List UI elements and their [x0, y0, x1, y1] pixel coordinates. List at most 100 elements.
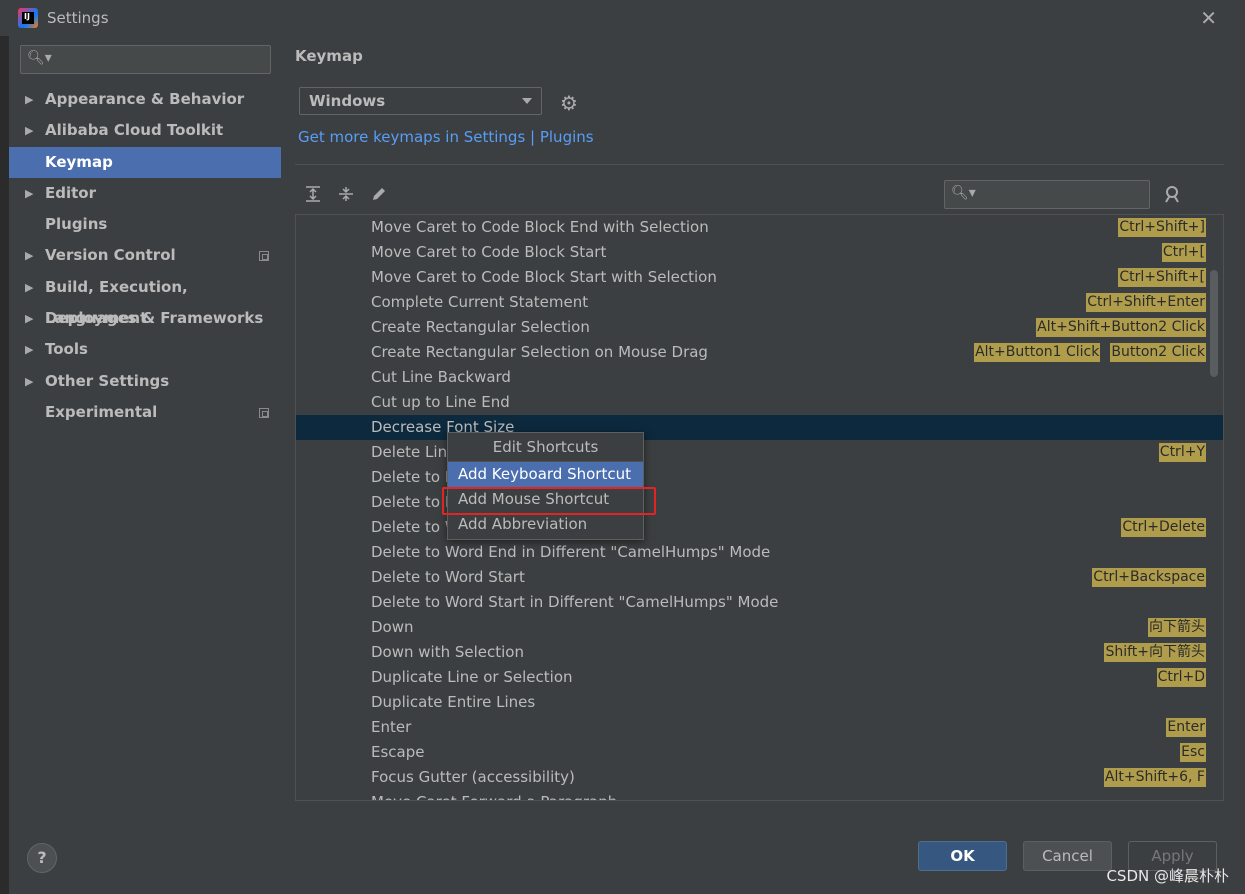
close-icon[interactable]: ✕ [1200, 6, 1217, 30]
popup-title: Edit Shortcuts [448, 433, 643, 462]
pencil-icon[interactable] [371, 186, 387, 206]
action-row[interactable]: Focus Gutter (accessibility) Alt+Shift+6,… [296, 765, 1223, 790]
action-row[interactable]: Create Rectangular Selection Alt+Shift+Bu… [296, 315, 1223, 340]
action-name: Complete Current Statement [371, 293, 589, 311]
shortcut-badge: Ctrl+[ [1161, 243, 1206, 262]
action-name: Enter [371, 718, 412, 736]
action-row[interactable]: Duplicate Entire Lines [296, 690, 1223, 715]
sidebar-item-other-settings[interactable]: ▶ Other Settings [9, 366, 281, 397]
sidebar-item-tools[interactable]: ▶ Tools [9, 334, 281, 365]
collapse-all-icon[interactable] [338, 186, 354, 206]
shortcut-badge: Alt+Shift+6, F [1103, 768, 1206, 787]
chevron-right-icon[interactable]: ▶ [25, 178, 33, 209]
action-row[interactable]: Move Caret Forward a Paragraph [296, 790, 1223, 800]
action-row[interactable]: Delete to Word Start Ctrl+Backspace [296, 565, 1223, 590]
action-row[interactable]: Delete Line Ctrl+Y [296, 440, 1223, 465]
project-scope-icon [259, 407, 269, 418]
sidebar-item-label: Other Settings [45, 371, 170, 390]
action-name: Cut Line Backward [371, 368, 511, 386]
sidebar-item-label: Alibaba Cloud Toolkit [45, 121, 224, 140]
action-row[interactable]: Decrease Font Size [296, 415, 1223, 440]
sidebar-item-plugins[interactable]: Plugins [9, 209, 281, 240]
action-row[interactable]: Delete to L [296, 490, 1223, 515]
action-row[interactable]: Move Caret to Code Block Start Ctrl+[ [296, 240, 1223, 265]
shortcut-list: Shift+向下箭头 [1104, 643, 1206, 662]
sidebar-item-appearance-behavior[interactable]: ▶ Appearance & Behavior [9, 84, 281, 115]
vertical-scrollbar[interactable] [1210, 270, 1218, 377]
expand-all-icon[interactable] [305, 186, 321, 206]
action-row[interactable]: Delete to L [296, 465, 1223, 490]
action-row[interactable]: Move Caret to Code Block Start with Sele… [296, 265, 1223, 290]
action-row[interactable]: Delete to Word Start in Different "Camel… [296, 590, 1223, 615]
menu-item-add-abbreviation[interactable]: Add Abbreviation [448, 512, 643, 537]
sidebar-item-version-control[interactable]: ▶ Version Control [9, 240, 281, 271]
chevron-right-icon[interactable]: ▶ [25, 366, 33, 397]
action-name: Delete to Word End in Different "CamelHu… [371, 543, 771, 561]
action-name: Escape [371, 743, 425, 761]
action-name: Move Caret to Code Block Start with Sele… [371, 268, 717, 286]
dialog-footer: ? OK Cancel Apply [9, 826, 1245, 894]
sidebar-search-input[interactable]: 🔍︎▾ [20, 45, 271, 74]
chevron-right-icon[interactable]: ▶ [25, 240, 33, 271]
shortcut-badge: Esc [1180, 743, 1206, 762]
chevron-right-icon[interactable]: ▶ [25, 115, 33, 146]
sidebar-item-editor[interactable]: ▶ Editor [9, 178, 281, 209]
chevron-right-icon[interactable]: ▶ [25, 334, 33, 365]
settings-nav: ▶ Appearance & Behavior ▶ Alibaba Cloud Too… [9, 84, 281, 428]
get-more-keymaps-link[interactable]: Get more keymaps in Settings | Plugins [298, 128, 594, 146]
ok-button[interactable]: OK [918, 841, 1007, 871]
action-name: Duplicate Entire Lines [371, 693, 536, 711]
keymap-search-input[interactable]: 🔍︎▾ [944, 180, 1150, 209]
help-button[interactable]: ? [27, 843, 57, 873]
menu-item-add-mouse-shortcut[interactable]: Add Mouse Shortcut [448, 487, 643, 512]
window-title: Settings [47, 9, 109, 27]
sidebar-item-keymap[interactable]: Keymap [9, 146, 281, 178]
sidebar-item-languages-frameworks[interactable]: ▶ Languages & Frameworks [9, 303, 281, 334]
shortcut-badge: Ctrl+Backspace [1092, 568, 1206, 587]
action-row[interactable]: Create Rectangular Selection on Mouse Dr… [296, 340, 1223, 365]
action-name: Down [371, 618, 414, 636]
action-row[interactable]: Cut up to Line End [296, 390, 1223, 415]
edit-shortcuts-popup: Edit Shortcuts Add Keyboard Shortcut Add … [447, 432, 644, 540]
action-name: Cut up to Line End [371, 393, 510, 411]
shortcut-badge: Enter [1166, 718, 1206, 737]
sidebar-item-label: Appearance & Behavior [45, 90, 245, 108]
action-row[interactable]: Complete Current Statement Ctrl+Shift+Ent… [296, 290, 1223, 315]
sidebar-item-alibaba-cloud-toolkit[interactable]: ▶ Alibaba Cloud Toolkit [9, 115, 281, 146]
window-edge [0, 36, 9, 894]
action-row[interactable]: Delete to Word End in Different "CamelHu… [296, 540, 1223, 565]
chevron-right-icon[interactable]: ▶ [25, 84, 33, 115]
cancel-button[interactable]: Cancel [1023, 841, 1112, 871]
actions-tree[interactable]: Move Caret to Code Block End with Select… [295, 214, 1224, 801]
shortcut-badge: Ctrl+Shift+] [1118, 218, 1206, 237]
keymap-dropdown[interactable]: Windows [299, 87, 542, 115]
action-row[interactable]: Duplicate Line or Selection Ctrl+D [296, 665, 1223, 690]
sidebar-item-label: Experimental [45, 402, 158, 421]
action-name: Down with Selection [371, 643, 524, 661]
watermark: CSDN @峰晨朴朴 [1106, 867, 1229, 885]
chevron-right-icon[interactable]: ▶ [25, 272, 33, 303]
find-shortcut-icon[interactable] [1163, 185, 1181, 208]
shortcut-badge: Ctrl+Shift+[ [1118, 268, 1206, 287]
shortcut-list: Enter [1166, 718, 1206, 737]
chevron-right-icon[interactable]: ▶ [25, 303, 33, 334]
gear-icon[interactable]: ⚙ [560, 91, 578, 115]
action-row[interactable]: Cut Line Backward [296, 365, 1223, 390]
action-row[interactable]: Down 向下箭头 [296, 615, 1223, 640]
search-icon: 🔍︎▾ [951, 185, 976, 201]
action-row[interactable]: Escape Esc [296, 740, 1223, 765]
action-row[interactable]: Move Caret to Code Block End with Select… [296, 215, 1223, 240]
keymap-dropdown-value: Windows [309, 92, 386, 110]
sidebar-item-build-execution-deployment[interactable]: ▶ Build, Execution, Deployment [9, 272, 281, 327]
action-row[interactable]: Delete to W Ctrl+Delete [296, 515, 1223, 540]
action-name: Create Rectangular Selection on Mouse Dr… [371, 343, 708, 361]
keymap-panel: Keymap Windows ⚙ Get more keymaps in Set… [281, 36, 1245, 826]
menu-item-add-keyboard-shortcut[interactable]: Add Keyboard Shortcut [448, 462, 643, 487]
shortcut-badge: Ctrl+D [1156, 668, 1206, 687]
sidebar-item-experimental[interactable]: Experimental [9, 397, 281, 428]
shortcut-badge: Shift+向下箭头 [1104, 643, 1206, 662]
shortcut-badge: Button2 Click [1110, 343, 1206, 362]
shortcut-list: Alt+Shift+Button2 Click [1036, 318, 1206, 337]
action-row[interactable]: Enter Enter [296, 715, 1223, 740]
action-row[interactable]: Down with Selection Shift+向下箭头 [296, 640, 1223, 665]
